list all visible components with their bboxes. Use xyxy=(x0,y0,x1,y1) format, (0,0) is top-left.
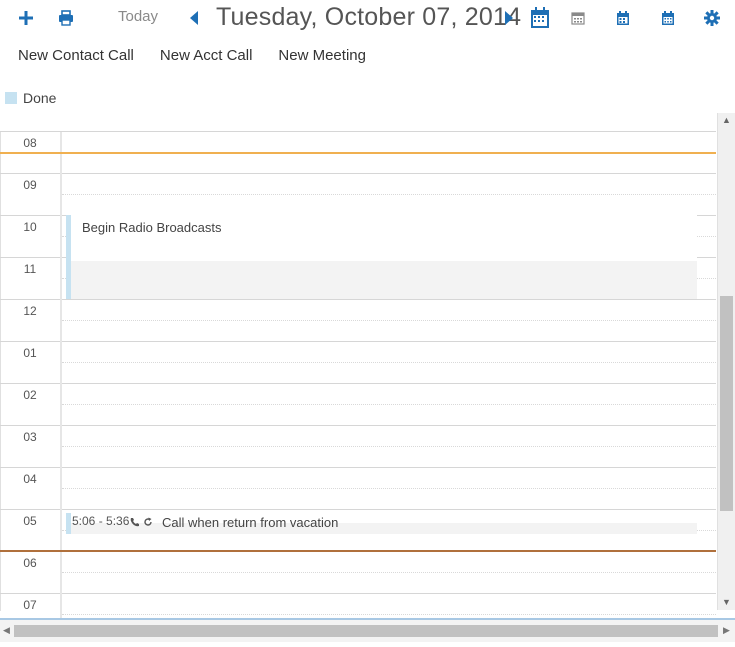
half-hour-line xyxy=(62,488,716,489)
legend-swatch xyxy=(5,92,17,104)
hour-label: 06 xyxy=(0,552,62,594)
horizontal-scroll-thumb[interactable] xyxy=(14,625,718,637)
hour-label: 01 xyxy=(0,342,62,384)
hour-label: 12 xyxy=(0,300,62,342)
half-hour-line xyxy=(62,614,716,615)
today-button[interactable]: Today xyxy=(118,8,158,25)
hour-label: 07 xyxy=(0,594,62,618)
hour-row[interactable]: 04 xyxy=(0,468,716,510)
printer-icon[interactable] xyxy=(54,6,78,30)
recurring-icon xyxy=(143,514,153,532)
caret-right-icon[interactable] xyxy=(497,6,521,30)
hour-label: 02 xyxy=(0,384,62,426)
scroll-down-icon[interactable]: ▼ xyxy=(722,597,731,607)
scroll-left-icon[interactable]: ◀ xyxy=(3,625,10,636)
event-shade xyxy=(71,261,697,299)
hour-row[interactable]: 07 xyxy=(0,594,716,618)
vertical-scrollbar[interactable]: ▲ ▼ xyxy=(717,113,735,610)
legend: Done xyxy=(5,90,56,106)
half-hour-line xyxy=(62,446,716,447)
event-title: Begin Radio Broadcasts xyxy=(82,220,222,235)
caret-left-icon[interactable] xyxy=(182,6,206,30)
new-contact-call-button[interactable]: New Contact Call xyxy=(18,47,134,64)
half-hour-line xyxy=(62,404,716,405)
year-view-icon[interactable] xyxy=(656,6,680,30)
half-hour-line xyxy=(62,572,716,573)
hour-row[interactable]: 06 xyxy=(0,552,716,594)
scroll-right-icon[interactable]: ▶ xyxy=(723,625,730,636)
horizontal-scrollbar[interactable]: ◀ ▶ xyxy=(0,618,735,642)
hour-label: 09 xyxy=(0,174,62,216)
half-hour-line xyxy=(62,320,716,321)
day-calendar: 08 09 10 11 12 01 02 03 04 05 06 07 Begi… xyxy=(0,113,735,618)
new-acct-call-button[interactable]: New Acct Call xyxy=(160,47,253,64)
time-marker-line xyxy=(0,152,716,154)
half-hour-line xyxy=(62,194,716,195)
hour-row[interactable]: 12 xyxy=(0,300,716,342)
month-view-icon[interactable] xyxy=(611,6,635,30)
hour-row[interactable]: 03 xyxy=(0,426,716,468)
scroll-up-icon[interactable]: ▲ xyxy=(722,115,731,125)
hour-label: 05 xyxy=(0,510,62,552)
event-status-bar xyxy=(66,513,71,534)
vertical-scroll-thumb[interactable] xyxy=(720,296,733,511)
hour-row[interactable]: 09 xyxy=(0,174,716,216)
plus-icon[interactable] xyxy=(14,6,38,30)
gear-icon[interactable] xyxy=(700,6,724,30)
legend-label: Done xyxy=(23,90,57,106)
phone-icon xyxy=(130,514,139,532)
time-grid: 08 09 10 11 12 01 02 03 04 05 06 07 xyxy=(0,131,716,618)
event-status-bar xyxy=(66,215,71,299)
hour-row[interactable]: 01 xyxy=(0,342,716,384)
event-call-when-return[interactable]: 5:06 - 5:36 Call when return from vacati… xyxy=(66,513,697,534)
event-title: Call when return from vacation xyxy=(162,515,339,530)
action-bar: New Contact Call New Acct Call New Meeti… xyxy=(18,47,392,64)
hour-label: 10 xyxy=(0,216,62,258)
hour-label: 04 xyxy=(0,468,62,510)
toolbar: Today Tuesday, October 07, 2014 xyxy=(0,0,735,36)
week-view-icon[interactable] xyxy=(566,6,590,30)
current-time-line xyxy=(0,550,716,552)
event-begin-radio-broadcasts[interactable]: Begin Radio Broadcasts xyxy=(66,215,697,299)
new-meeting-button[interactable]: New Meeting xyxy=(278,47,366,64)
hour-row[interactable]: 02 xyxy=(0,384,716,426)
hour-label: 11 xyxy=(0,258,62,300)
hour-label: 03 xyxy=(0,426,62,468)
event-time: 5:06 - 5:36 xyxy=(72,514,130,528)
day-view-icon[interactable] xyxy=(528,6,552,30)
half-hour-line xyxy=(62,362,716,363)
date-title: Tuesday, October 07, 2014 xyxy=(216,3,522,31)
